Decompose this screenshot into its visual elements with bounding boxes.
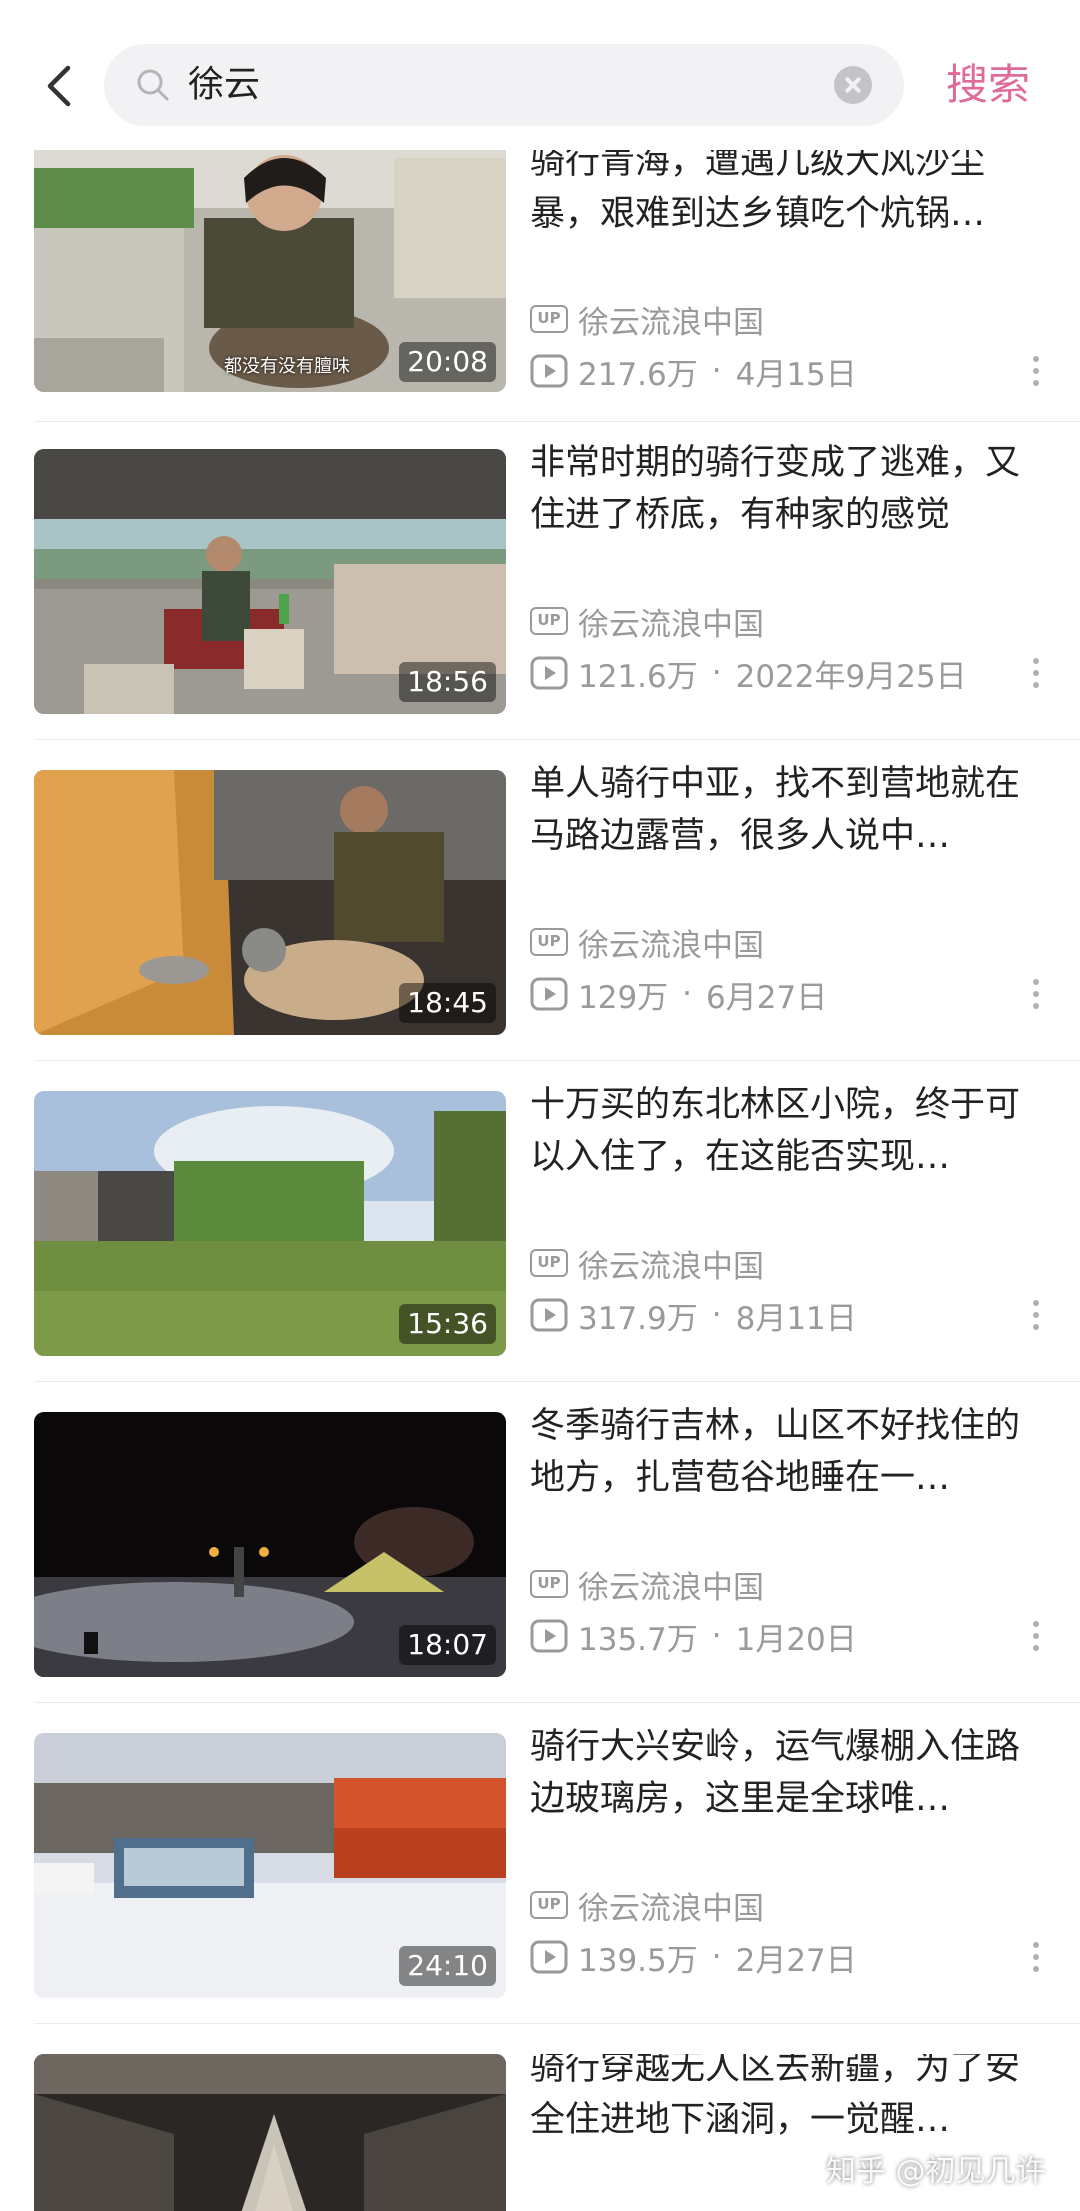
clear-search-icon[interactable] [834, 66, 872, 104]
play-count-icon [530, 354, 568, 388]
meta-separator: · [711, 353, 722, 389]
video-author[interactable]: UP 徐云流浪中国 [530, 601, 764, 643]
meta-separator: · [711, 1939, 722, 1975]
video-duration-badge: 18:07 [399, 1625, 496, 1665]
video-author[interactable]: UP 徐云流浪中国 [530, 1243, 764, 1285]
video-result-item[interactable]: 15:36 十万买的东北林区小院，终于可以入住了，在这能否实现… UP 徐云流浪… [0, 1085, 1080, 1412]
more-options-icon[interactable] [1026, 652, 1046, 694]
up-badge-icon: UP [530, 928, 568, 956]
video-result-item[interactable]: 24:10 骑行大兴安岭，运气爆棚入住路边玻璃房，这里是全球唯… UP 徐云流浪… [0, 1727, 1080, 2054]
author-name: 徐云流浪中国 [578, 606, 764, 643]
video-title[interactable]: 冬季骑行吉林，山区不好找住的地方，扎营苞谷地睡在一… [530, 1400, 1040, 1504]
author-name: 徐云流浪中国 [578, 1248, 764, 1285]
watermark: 知乎 @初见几许 [826, 2154, 1046, 2189]
video-result-item[interactable]: 18:07 冬季骑行吉林，山区不好找住的地方，扎营苞谷地睡在一… UP 徐云流浪… [0, 1406, 1080, 1733]
video-stats: 139.5万 · 2月27日 [530, 1936, 857, 1979]
divider [34, 739, 1080, 740]
video-result-item[interactable]: 都没有没有膻味 20:08 骑行青海，遭遇几级大风沙尘暴，艰难到达乡镇吃个炕锅…… [0, 142, 1080, 471]
up-badge-icon: UP [530, 607, 568, 635]
back-arrow-icon[interactable] [40, 62, 80, 110]
up-badge-icon: UP [530, 1570, 568, 1598]
video-thumbnail[interactable]: 18:45 [34, 770, 506, 1035]
video-title[interactable]: 骑行青海，遭遇几级大风沙尘暴，艰难到达乡镇吃个炕锅… [530, 136, 1040, 240]
meta-separator: · [711, 1297, 722, 1333]
search-bar[interactable] [104, 44, 904, 126]
video-duration-badge: 24:10 [399, 1946, 496, 1986]
video-stats: 135.7万 · 1月20日 [530, 1615, 857, 1658]
divider [34, 2023, 1080, 2024]
video-title[interactable]: 骑行大兴安岭，运气爆棚入住路边玻璃房，这里是全球唯… [530, 1721, 1040, 1825]
video-title[interactable]: 十万买的东北林区小院，终于可以入住了，在这能否实现… [530, 1079, 1040, 1183]
view-count: 317.9万 [578, 1300, 698, 1337]
view-count: 121.6万 [578, 658, 698, 695]
publish-date: 8月11日 [735, 1300, 857, 1337]
play-count-icon [530, 1940, 568, 1974]
play-count-icon [530, 656, 568, 690]
view-count: 139.5万 [578, 1942, 698, 1979]
view-count: 217.6万 [578, 356, 698, 393]
video-stats: 129万 · 6月27日 [530, 973, 828, 1016]
video-stats: 317.9万 · 8月11日 [530, 1294, 857, 1337]
video-author[interactable]: UP 徐云流浪中国 [530, 1885, 764, 1927]
video-duration-badge: 18:56 [399, 662, 496, 702]
video-author[interactable]: UP 徐云流浪中国 [530, 1564, 764, 1606]
up-badge-icon: UP [530, 1249, 568, 1277]
video-result-item[interactable]: 18:56 非常时期的骑行变成了逃难，又住进了桥底，有种家的感觉 UP 徐云流浪… [0, 443, 1080, 770]
divider [34, 421, 1080, 422]
divider [34, 1060, 1080, 1061]
video-duration-badge: 18:45 [399, 983, 496, 1023]
search-icon [137, 69, 169, 101]
video-thumbnail[interactable]: 18:07 [34, 1412, 506, 1677]
video-subtitle-overlay: 都没有没有膻味 [224, 356, 350, 377]
publish-date: 6月27日 [706, 979, 828, 1016]
more-options-icon[interactable] [1026, 1936, 1046, 1978]
divider [34, 1381, 1080, 1382]
view-count: 135.7万 [578, 1621, 698, 1658]
video-thumbnail[interactable]: 24:10 [34, 1733, 506, 1998]
video-title[interactable]: 非常时期的骑行变成了逃难，又住进了桥底，有种家的感觉 [530, 437, 1040, 541]
video-thumbnail[interactable]: 18:56 [34, 449, 506, 714]
video-stats: 217.6万 · 4月15日 [530, 350, 857, 393]
video-thumbnail[interactable] [34, 2054, 506, 2211]
publish-date: 1月20日 [735, 1621, 857, 1658]
up-badge-icon: UP [530, 1891, 568, 1919]
play-count-icon [530, 1298, 568, 1332]
publish-date: 2022年9月25日 [735, 658, 967, 695]
play-count-icon [530, 977, 568, 1011]
video-title[interactable]: 骑行穿越无人区去新疆，为了安全住进地下涵洞，一觉醒… [530, 2054, 1040, 2146]
author-name: 徐云流浪中国 [578, 304, 764, 341]
up-badge-icon: UP [530, 305, 568, 333]
publish-date: 4月15日 [735, 356, 857, 393]
play-count-icon [530, 1619, 568, 1653]
meta-separator: · [682, 976, 693, 1012]
video-author[interactable]: UP 徐云流浪中国 [530, 299, 764, 341]
publish-date: 2月27日 [735, 1942, 857, 1979]
divider [34, 1702, 1080, 1703]
author-name: 徐云流浪中国 [578, 1569, 764, 1606]
video-thumbnail[interactable]: 15:36 [34, 1091, 506, 1356]
video-author[interactable]: UP 徐云流浪中国 [530, 922, 764, 964]
video-stats: 121.6万 · 2022年9月25日 [530, 652, 967, 695]
video-duration-badge: 20:08 [399, 342, 496, 382]
author-name: 徐云流浪中国 [578, 927, 764, 964]
search-header: 搜索 [0, 0, 1080, 150]
video-thumbnail[interactable]: 都没有没有膻味 20:08 [34, 148, 506, 392]
more-options-icon[interactable] [1026, 1615, 1046, 1657]
video-result-item[interactable]: 18:45 单人骑行中亚，找不到营地就在马路边露营，很多人说中… UP 徐云流浪… [0, 764, 1080, 1091]
search-button[interactable]: 搜索 [946, 56, 1030, 114]
more-options-icon[interactable] [1026, 1294, 1046, 1336]
search-input[interactable] [188, 44, 748, 126]
author-name: 徐云流浪中国 [578, 1890, 764, 1927]
more-options-icon[interactable] [1026, 973, 1046, 1015]
view-count: 129万 [578, 979, 669, 1016]
more-options-icon[interactable] [1026, 350, 1046, 392]
meta-separator: · [711, 1618, 722, 1654]
video-duration-badge: 15:36 [399, 1304, 496, 1344]
meta-separator: · [711, 655, 722, 691]
video-title[interactable]: 单人骑行中亚，找不到营地就在马路边露营，很多人说中… [530, 758, 1040, 862]
